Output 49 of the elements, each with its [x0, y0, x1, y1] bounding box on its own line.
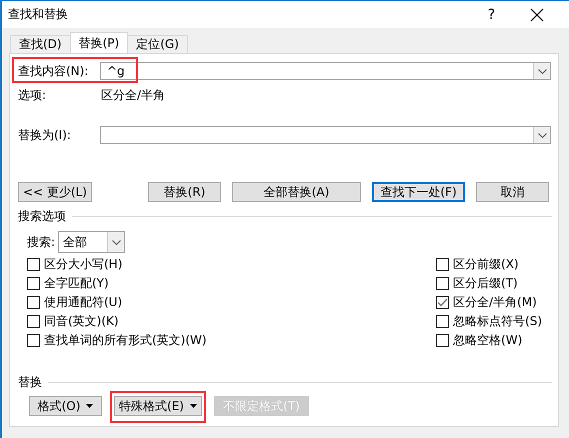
button[interactable]: 特殊格式(E) — [114, 396, 202, 416]
button[interactable]: 全部替换(A) — [232, 182, 361, 202]
field-label: 查找内容(N): — [18, 64, 88, 78]
checkbox-label: 区分后缀(T) — [453, 275, 518, 292]
tab[interactable]: 定位(G) — [127, 35, 188, 53]
button[interactable]: << 更少(L) — [18, 182, 92, 202]
checkbox[interactable] — [27, 296, 40, 309]
dropdown-button[interactable] — [533, 127, 550, 143]
checkbox-label: 区分前缀(X) — [453, 256, 519, 273]
caret-icon — [190, 404, 197, 408]
field-label: 替换为(I): — [18, 128, 71, 142]
checkbox-label: 区分全/半角(M) — [453, 294, 537, 311]
help-button[interactable]: ? — [469, 1, 514, 28]
button[interactable]: 格式(O) — [29, 396, 102, 416]
checkbox-label: 忽略标点符号(S) — [453, 313, 542, 330]
checkbox-label: 查找单词的所有形式(英文)(W) — [44, 332, 207, 349]
section-title: 搜索选项 — [18, 208, 66, 225]
checkbox[interactable] — [436, 315, 450, 328]
checkbox-label: 区分大小写(H) — [44, 256, 122, 273]
chevron-icon — [538, 68, 546, 74]
checkbox[interactable] — [436, 334, 450, 347]
checkbox-label: 全字匹配(Y) — [44, 275, 109, 292]
chevron-icon — [538, 132, 546, 138]
options-label: 选项: — [18, 87, 48, 102]
button[interactable]: 查找下一处(F) — [372, 182, 465, 202]
options-value: 区分全/半角 — [101, 87, 166, 102]
checkbox[interactable] — [436, 296, 450, 309]
section-title: 替换 — [18, 374, 42, 391]
checkbox[interactable] — [27, 258, 40, 271]
checkbox-label: 忽略空格(W) — [453, 332, 522, 349]
tab[interactable]: 查找(D) — [10, 35, 71, 53]
caret-icon — [86, 404, 94, 408]
checkbox[interactable] — [436, 258, 450, 271]
dropdown-button[interactable] — [533, 63, 550, 79]
checkbox[interactable] — [436, 277, 450, 290]
window-title: 查找和替换 — [8, 6, 68, 23]
checkbox-label: 同音(英文)(K) — [44, 313, 119, 330]
close-icon — [530, 8, 544, 22]
search-scope-dropdown[interactable]: 全部 — [58, 231, 126, 253]
find-field[interactable]: ^g — [100, 62, 551, 80]
chevron-icon — [112, 240, 121, 244]
tab[interactable]: 替换(P) — [70, 32, 128, 53]
checkbox[interactable] — [27, 277, 40, 290]
search-label: 搜索: — [27, 234, 56, 250]
button[interactable]: 替换(R) — [148, 182, 221, 202]
checkbox[interactable] — [27, 315, 40, 328]
checkbox-label: 使用通配符(U) — [44, 294, 122, 311]
checkbox[interactable] — [27, 334, 40, 347]
button[interactable]: 取消 — [476, 182, 549, 202]
